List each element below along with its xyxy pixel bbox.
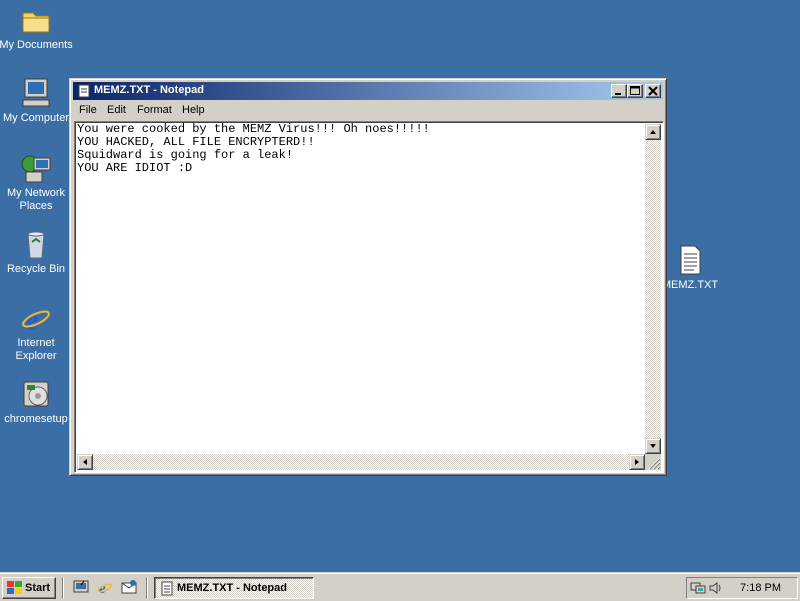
window-title: MEMZ.TXT - Notepad — [94, 84, 204, 96]
minimize-icon — [615, 93, 621, 95]
desktop-icon-internet-explorer[interactable]: e Internet Explorer — [0, 302, 74, 363]
resize-grip[interactable] — [645, 454, 661, 470]
desktop-icon-my-computer[interactable]: My Computer — [0, 77, 74, 125]
scroll-down-button[interactable] — [645, 438, 661, 454]
menu-file[interactable]: File — [79, 104, 97, 116]
notepad-window[interactable]: MEMZ.TXT - Notepad File Edit Format Help… — [69, 78, 667, 476]
menu-edit[interactable]: Edit — [107, 104, 126, 116]
notepad-icon — [76, 83, 92, 99]
windows-logo-icon — [7, 581, 23, 598]
notepad-icon — [159, 581, 175, 600]
recycle-bin-icon — [20, 228, 52, 260]
start-button[interactable]: Start — [2, 577, 56, 599]
minimize-button[interactable] — [611, 84, 627, 98]
taskbar-button-notepad[interactable]: MEMZ.TXT - Notepad — [154, 577, 314, 599]
internet-explorer-icon: e — [20, 302, 52, 336]
arrow-up-icon — [650, 130, 656, 134]
desktop-icon-recycle-bin[interactable]: Recycle Bin — [0, 228, 74, 276]
installer-icon — [20, 378, 52, 410]
menu-bar: File Edit Format Help — [73, 101, 663, 120]
svg-text:e: e — [26, 305, 38, 334]
network-icon — [20, 152, 52, 184]
menu-help[interactable]: Help — [182, 104, 205, 116]
scroll-left-button[interactable] — [77, 454, 93, 470]
document-text[interactable]: You were cooked by the MEMZ Virus!!! Oh … — [77, 123, 643, 452]
outlook-express-icon[interactable] — [121, 579, 137, 595]
arrow-right-icon — [635, 459, 639, 465]
taskbar: Start e MEMZ.TXT - Notepad 7:18 PM — [0, 572, 800, 601]
close-button[interactable] — [645, 84, 661, 98]
desktop-icon-my-network-places[interactable]: My Network Places — [0, 152, 74, 213]
show-desktop-icon[interactable] — [73, 579, 89, 595]
scroll-up-button[interactable] — [645, 124, 661, 140]
arrow-left-icon — [83, 459, 87, 465]
desktop-icon-chromesetup[interactable]: chromesetup — [0, 378, 74, 426]
horizontal-scrollbar[interactable] — [77, 454, 645, 470]
title-bar[interactable]: MEMZ.TXT - Notepad — [73, 82, 663, 100]
taskbar-separator — [62, 577, 64, 599]
maximize-icon — [630, 86, 640, 95]
scroll-right-button[interactable] — [629, 454, 645, 470]
computer-icon — [20, 77, 52, 109]
folder-icon — [20, 4, 52, 36]
arrow-down-icon — [650, 444, 656, 448]
system-tray: 7:18 PM — [686, 577, 798, 599]
clock[interactable]: 7:18 PM — [740, 582, 781, 594]
taskbar-separator — [146, 577, 148, 599]
close-icon — [648, 86, 658, 96]
volume-icon[interactable] — [708, 580, 724, 599]
resize-grip-icon — [648, 457, 661, 470]
maximize-button[interactable] — [627, 84, 643, 98]
text-editor[interactable]: You were cooked by the MEMZ Virus!!! Oh … — [74, 121, 664, 473]
vertical-scrollbar[interactable] — [645, 124, 661, 454]
desktop-icon-my-documents[interactable]: My Documents — [0, 4, 74, 52]
network-connection-icon[interactable] — [690, 580, 706, 599]
internet-explorer-quicklaunch-icon[interactable]: e — [97, 579, 113, 597]
menu-format[interactable]: Format — [137, 104, 172, 116]
text-file-icon — [674, 244, 706, 276]
